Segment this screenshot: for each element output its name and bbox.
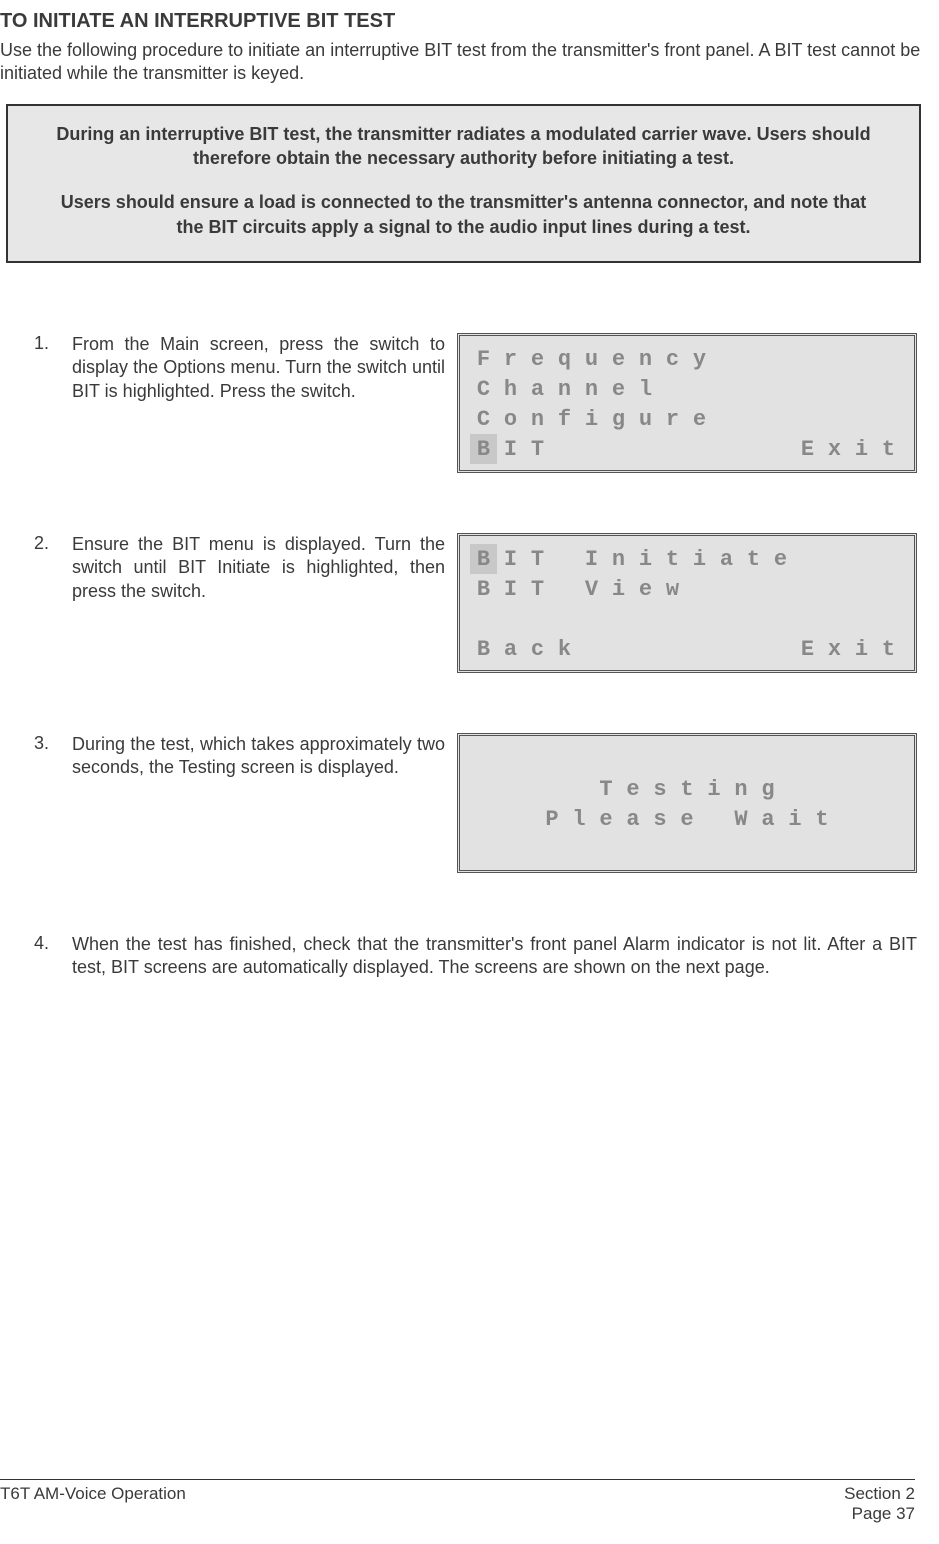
- step-text: When the test has finished, check that t…: [72, 933, 917, 980]
- step-4: 4. When the test has finished, check tha…: [34, 933, 917, 980]
- warning-p2: Users should ensure a load is connected …: [48, 190, 879, 239]
- step-number: 1.: [34, 333, 72, 473]
- footer-page: Page 37: [844, 1504, 915, 1524]
- step-2: 2. Ensure the BIT menu is displayed. Tur…: [34, 533, 917, 673]
- step-text: During the test, which takes approximate…: [72, 733, 457, 873]
- step-number: 3.: [34, 733, 72, 873]
- footer-left: T6T AM-Voice Operation: [0, 1484, 186, 1524]
- step-number: 2.: [34, 533, 72, 673]
- warning-p1: During an interruptive BIT test, the tra…: [48, 122, 879, 171]
- page-footer: T6T AM-Voice Operation Section 2 Page 37: [0, 1479, 915, 1524]
- step-3: 3. During the test, which takes approxim…: [34, 733, 917, 873]
- lcd-screen-2: BIT Initiate BIT View Back Exit: [457, 533, 917, 673]
- step-number: 4.: [34, 933, 72, 980]
- intro-paragraph: Use the following procedure to initiate …: [0, 39, 927, 86]
- step-text: From the Main screen, press the switch t…: [72, 333, 457, 473]
- step-1: 1. From the Main screen, press the switc…: [34, 333, 917, 473]
- section-heading: TO INITIATE AN INTERRUPTIVE BIT TEST: [0, 10, 927, 33]
- step-text: Ensure the BIT menu is displayed. Turn t…: [72, 533, 457, 673]
- lcd-screen-1: Frequency Channel Configure BIT Exit: [457, 333, 917, 473]
- footer-section: Section 2: [844, 1484, 915, 1504]
- steps-list: 1. From the Main screen, press the switc…: [0, 333, 927, 980]
- lcd-screen-3: TestingPlease Wait: [457, 733, 917, 873]
- warning-box: During an interruptive BIT test, the tra…: [6, 104, 921, 263]
